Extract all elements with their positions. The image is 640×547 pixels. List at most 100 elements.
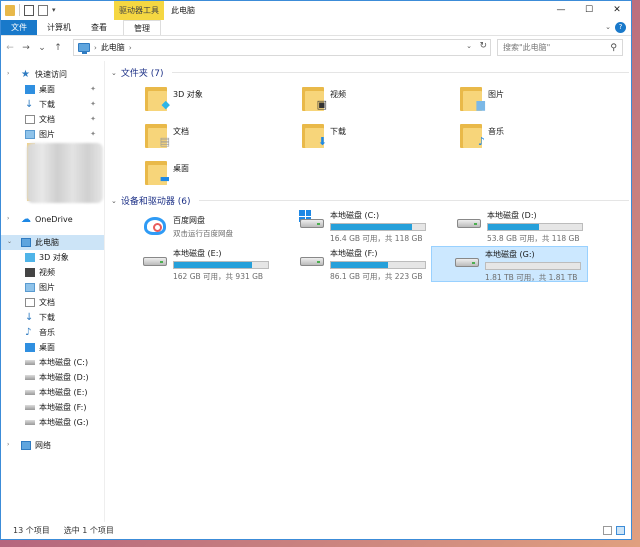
ribbon-tabs: 文件 计算机 查看 管理 ⌄ ? bbox=[1, 20, 631, 36]
folder-3d-objects[interactable]: ◆ 3D 对象 bbox=[145, 85, 203, 111]
breadcrumb-chevron-icon[interactable]: › bbox=[129, 44, 132, 52]
collapse-arrow-icon[interactable]: ⌄ bbox=[7, 238, 12, 245]
quick-access-toolbar: ▾ bbox=[5, 4, 58, 16]
group-title: 文件夹 (7) bbox=[120, 69, 164, 79]
up-button[interactable]: ↑ bbox=[53, 43, 63, 53]
nav-drive-f[interactable]: 本地磁盘 (F:) bbox=[1, 400, 104, 415]
breadcrumb-chevron-icon[interactable]: › bbox=[94, 44, 97, 52]
drive-usage-fill bbox=[174, 262, 253, 268]
expand-arrow-icon[interactable]: › bbox=[7, 441, 9, 448]
nav-item-label: 文档 bbox=[39, 298, 55, 307]
star-icon: ★ bbox=[21, 69, 30, 80]
nav-videos[interactable]: 视频 bbox=[1, 265, 104, 280]
nav-drive-e[interactable]: 本地磁盘 (E:) bbox=[1, 385, 104, 400]
address-bar[interactable]: › 此电脑 › ⌄ ↻ bbox=[73, 39, 491, 56]
window-controls: — ☐ ✕ bbox=[547, 1, 631, 20]
expand-arrow-icon[interactable]: › bbox=[7, 215, 9, 222]
folder-desktop[interactable]: ▬ 桌面 bbox=[145, 159, 189, 185]
drive-c[interactable]: 本地磁盘 (C:) 16.4 GB 可用，共 118 GB bbox=[298, 209, 453, 243]
nav-item-label: 下载 bbox=[39, 313, 55, 322]
drive-g[interactable]: 本地磁盘 (G:) 1.81 TB 可用，共 1.81 TB bbox=[431, 246, 588, 282]
folder-documents[interactable]: ▤ 文档 bbox=[145, 122, 189, 148]
download-icon: ↓ bbox=[25, 99, 34, 110]
refresh-icon[interactable]: ↻ bbox=[479, 41, 487, 51]
drive-tools-context-tab[interactable]: 驱动器工具 bbox=[114, 1, 164, 20]
breadcrumb-this-pc[interactable]: 此电脑 bbox=[101, 42, 125, 53]
drive-subtitle: 双击运行百度网盘 bbox=[173, 229, 233, 238]
details-view-icon[interactable] bbox=[603, 526, 612, 535]
nav-item-label: OneDrive bbox=[35, 215, 73, 224]
folder-name: 音乐 bbox=[488, 126, 504, 136]
nav-item-label: 网络 bbox=[35, 441, 51, 450]
folder-name: 视频 bbox=[330, 89, 346, 99]
picture-icon bbox=[25, 130, 35, 139]
close-button[interactable]: ✕ bbox=[603, 1, 631, 20]
pictures-icon: ▆ bbox=[460, 85, 485, 111]
back-button[interactable]: ← bbox=[5, 43, 15, 53]
maximize-button[interactable]: ☐ bbox=[575, 1, 603, 20]
nav-quick-access[interactable]: › ★ 快速访问 bbox=[1, 67, 104, 82]
new-folder-icon[interactable] bbox=[38, 4, 48, 16]
folder-music[interactable]: ♪ 音乐 bbox=[460, 122, 504, 148]
nav-item-label: 本地磁盘 (C:) bbox=[39, 358, 89, 367]
collapse-chevron-icon[interactable]: ⌄ bbox=[111, 69, 117, 77]
collapse-chevron-icon[interactable]: ⌄ bbox=[111, 197, 117, 205]
nav-desktop[interactable]: 桌面 bbox=[1, 340, 104, 355]
properties-icon[interactable] bbox=[24, 4, 34, 16]
nav-drive-c[interactable]: 本地磁盘 (C:) bbox=[1, 355, 104, 370]
recent-locations-button[interactable]: ⌄ bbox=[37, 43, 47, 53]
address-dropdown-icon[interactable]: ⌄ bbox=[466, 42, 472, 50]
folder-pictures[interactable]: ▆ 图片 bbox=[460, 85, 504, 111]
search-input[interactable]: 搜索"此电脑" bbox=[503, 42, 550, 53]
tab-manage[interactable]: 管理 bbox=[123, 20, 161, 35]
customize-dropdown-icon[interactable]: ▾ bbox=[52, 5, 58, 16]
tab-computer[interactable]: 计算机 bbox=[37, 20, 81, 35]
desktop-icon bbox=[25, 343, 35, 352]
selection-count: 选中 1 个项目 bbox=[63, 526, 114, 535]
drive-d[interactable]: 本地磁盘 (D:) 53.8 GB 可用，共 118 GB bbox=[455, 209, 610, 243]
downloads-icon: ⬇ bbox=[302, 122, 327, 148]
nav-drive-d[interactable]: 本地磁盘 (D:) bbox=[1, 370, 104, 385]
nav-downloads[interactable]: ↓ 下载 bbox=[1, 310, 104, 325]
nav-drive-g[interactable]: 本地磁盘 (G:) bbox=[1, 415, 104, 430]
nav-desktop-pinned[interactable]: 桌面 ✦ bbox=[1, 82, 104, 97]
folder-videos[interactable]: ▣ 视频 bbox=[302, 85, 346, 111]
drive-space: 1.81 TB 可用，共 1.81 TB bbox=[485, 273, 578, 282]
nav-pictures-pinned[interactable]: 图片 ✦ bbox=[1, 127, 104, 142]
group-header-folders[interactable]: ⌄ 文件夹 (7) bbox=[111, 66, 629, 79]
tab-view[interactable]: 查看 bbox=[81, 20, 117, 35]
drive-baidu-netdisk[interactable]: 百度网盘 双击运行百度网盘 bbox=[141, 214, 291, 244]
search-box[interactable]: 搜索"此电脑" ⚲ bbox=[497, 39, 623, 56]
document-icon bbox=[25, 298, 35, 307]
tiles-view-icon[interactable] bbox=[616, 526, 625, 535]
nav-downloads-pinned[interactable]: ↓ 下载 ✦ bbox=[1, 97, 104, 112]
drive-e[interactable]: 本地磁盘 (E:) 162 GB 可用，共 931 GB bbox=[141, 247, 296, 281]
drive-usage-fill bbox=[331, 224, 412, 230]
drive-space: 53.8 GB 可用，共 118 GB bbox=[487, 234, 580, 243]
item-count: 13 个项目 bbox=[13, 526, 50, 535]
nav-this-pc[interactable]: ⌄ 此电脑 bbox=[1, 235, 104, 250]
nav-documents-pinned[interactable]: 文档 ✦ bbox=[1, 112, 104, 127]
3d-objects-icon: ◆ bbox=[145, 85, 170, 111]
group-header-devices[interactable]: ⌄ 设备和驱动器 (6) bbox=[111, 194, 629, 207]
expand-arrow-icon[interactable]: › bbox=[7, 70, 9, 77]
folder-downloads[interactable]: ⬇ 下载 bbox=[302, 122, 346, 148]
nav-documents[interactable]: 文档 bbox=[1, 295, 104, 310]
expand-ribbon-icon[interactable]: ⌄ bbox=[605, 23, 611, 31]
nav-network[interactable]: › 网络 bbox=[1, 438, 104, 453]
drive-icon bbox=[454, 249, 480, 273]
tab-file[interactable]: 文件 bbox=[1, 20, 37, 35]
folder-name: 下载 bbox=[330, 126, 346, 136]
drive-f[interactable]: 本地磁盘 (F:) 86.1 GB 可用，共 223 GB bbox=[298, 247, 453, 281]
cloud-icon: ☁ bbox=[21, 214, 31, 225]
help-icon[interactable]: ? bbox=[615, 22, 626, 33]
nav-music[interactable]: ♪ 音乐 bbox=[1, 325, 104, 340]
nav-onedrive[interactable]: › ☁ OneDrive bbox=[1, 212, 104, 227]
minimize-button[interactable]: — bbox=[547, 1, 575, 20]
documents-icon: ▤ bbox=[145, 122, 170, 148]
forward-button[interactable]: → bbox=[21, 43, 31, 53]
nav-pictures[interactable]: 图片 bbox=[1, 280, 104, 295]
nav-3d-objects[interactable]: 3D 对象 bbox=[1, 250, 104, 265]
